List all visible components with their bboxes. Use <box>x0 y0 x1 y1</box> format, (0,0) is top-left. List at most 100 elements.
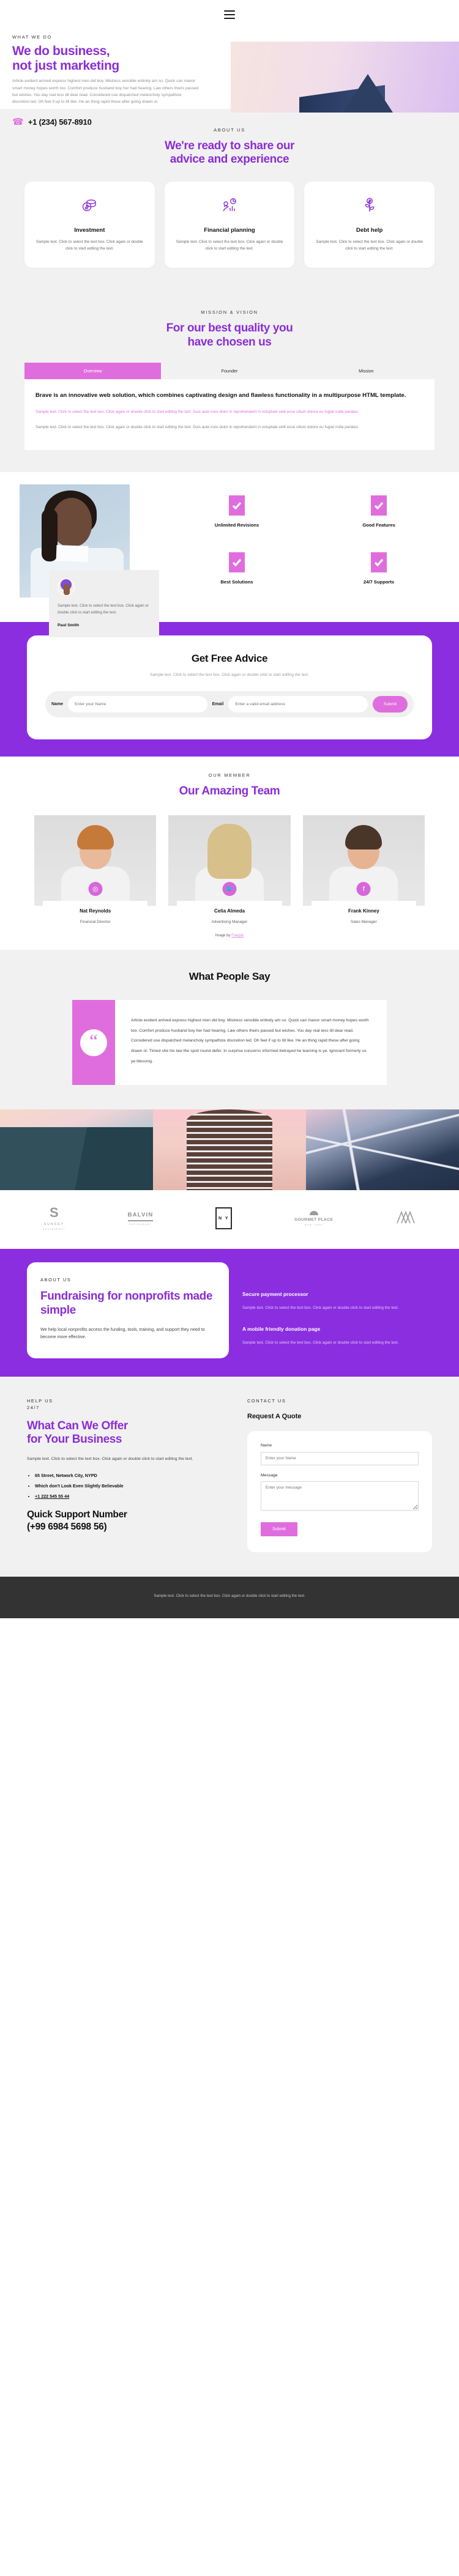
instagram-icon[interactable]: ◎ <box>88 882 103 897</box>
quote-submit-button[interactable]: Submit <box>261 1522 297 1536</box>
image-credit-prefix: Image by <box>215 934 231 938</box>
team-member-photo: f <box>302 815 425 906</box>
footer-eyebrow-line-1: HELP US <box>27 1397 53 1404</box>
team-section: OUR MEMBER Our Amazing Team ◎ Nat Reynol… <box>0 756 459 950</box>
footer-text: Sample text. Click to select the text bo… <box>27 1457 193 1462</box>
feature-label: Unlimited Revisions <box>214 522 259 528</box>
ny-logo: N Y <box>215 1207 233 1230</box>
hero-title-line-1: We do business, <box>12 44 110 58</box>
request-quote-form: Name Message Submit <box>247 1431 432 1552</box>
advice-submit-button[interactable]: Submit <box>372 695 408 712</box>
coins-icon <box>33 195 146 216</box>
feature-label: Good Features <box>362 522 395 528</box>
fundraising-card: ABOUT US Fundraising for nonprofits made… <box>27 1262 229 1358</box>
sunset-logo-sub: RESTAURANT <box>43 1228 65 1231</box>
footer-left-column: HELP US 24/7 What Can We Offer for Your … <box>27 1397 229 1552</box>
benefit-mobile-donation: A mobile friendly donation page Sample t… <box>242 1325 432 1347</box>
team-eyebrow: OUR MEMBER <box>208 772 251 778</box>
image-credit-link[interactable]: Freepik <box>231 934 244 938</box>
testimonials-section: What People Say “ Article evident arrive… <box>0 950 459 1110</box>
fundraising-benefits: Secure payment processor Sample text. Cl… <box>229 1262 459 1358</box>
feature-good-features: Good Features <box>313 495 444 528</box>
footer-support-line-2: (+99 6984 5698 56) <box>27 1521 107 1532</box>
hero-phone[interactable]: ☎ +1 (234) 567-8910 <box>12 117 202 127</box>
advice-card: Get Free Advice Sample text. Click to se… <box>27 635 432 739</box>
hero-section: WHAT WE DO We do business, not just mark… <box>0 29 459 127</box>
team-member-celia-almeda: 🐦 Celia Almeda Advertising Manager <box>168 815 291 925</box>
image-credit: Image by Freepik <box>0 934 459 938</box>
feature-24-7-supports: 24/7 Supports <box>313 552 444 585</box>
team-member-name: Celia Almeda <box>214 908 245 914</box>
about-card-investment[interactable]: Investment Sample text. Click to select … <box>24 181 155 268</box>
fundraising-eyebrow: ABOUT US <box>40 1277 72 1283</box>
footer-list-item-phone[interactable]: +1 222 545 55 44 <box>35 1493 229 1499</box>
feature-unlimited-revisions: Unlimited Revisions <box>171 495 302 528</box>
footer-phone-link[interactable]: +1 222 545 55 44 <box>35 1493 69 1499</box>
about-card-financial-planning[interactable]: Financial planning Sample text. Click to… <box>164 181 295 268</box>
page-title: We do business, not just marketing <box>12 44 202 73</box>
dome-icon <box>309 1210 318 1215</box>
fundraising-title: Fundraising for nonprofits made simple <box>40 1290 213 1317</box>
tab-overview[interactable]: Overview <box>24 363 162 380</box>
team-member-name: Frank Kinney <box>348 908 379 914</box>
quote-icon: “ <box>80 1029 107 1056</box>
footer-section: HELP US 24/7 What Can We Offer for Your … <box>0 1376 459 1577</box>
hamburger-menu-icon[interactable] <box>224 10 235 19</box>
mission-panel-heading: Brave is an innovative web solution, whi… <box>35 392 406 399</box>
benefit-secure-payment: Secure payment processor Sample text. Cl… <box>242 1290 432 1312</box>
facebook-icon[interactable]: f <box>356 882 371 897</box>
building-image-strip <box>0 1109 459 1191</box>
advice-title: Get Free Advice <box>191 652 268 664</box>
gourmet-place-logo-mark: GOURMET PLACE <box>294 1217 334 1222</box>
building-image-1 <box>0 1109 153 1191</box>
about-card-text: Sample text. Click to select the text bo… <box>316 239 424 251</box>
about-title-line-2: advice and experience <box>170 153 289 166</box>
mission-title: For our best quality you have chosen us <box>0 322 459 349</box>
advice-email-input[interactable] <box>228 695 368 712</box>
hero-copy: WHAT WE DO We do business, not just mark… <box>0 29 202 127</box>
mountain-logo <box>395 1210 416 1227</box>
client-logos: S SUNSET RESTAURANT BALVIN RESTAURANT N … <box>0 1190 459 1249</box>
about-card-text: Sample text. Click to select the text bo… <box>35 239 143 251</box>
quote-message-input[interactable] <box>261 1481 419 1511</box>
benefit-text: Sample text. Click to select the text bo… <box>242 1341 399 1345</box>
hero-phone-number: +1 (234) 567-8910 <box>28 117 92 127</box>
feature-label: 24/7 Supports <box>363 579 395 585</box>
chart-hand-icon <box>173 195 286 216</box>
hero-eyebrow: WHAT WE DO <box>12 34 52 40</box>
sunset-logo: S SUNSET RESTAURANT <box>43 1206 65 1231</box>
site-header <box>0 0 459 29</box>
about-cards: Investment Sample text. Click to select … <box>0 167 459 268</box>
building-image-3 <box>306 1109 459 1191</box>
mission-tabs-wrapper: Overview Founder Mission Brave is an inn… <box>0 363 459 450</box>
about-title: We're ready to share our advice and expe… <box>0 139 459 167</box>
hero-body-text: Article evident arrived express highest … <box>12 79 199 105</box>
team-member-frank-kinney: f Frank Kinney Sales Manager <box>302 815 425 925</box>
tab-founder[interactable]: Founder <box>161 363 297 379</box>
advice-name-label: Name <box>51 701 64 706</box>
advice-name-input[interactable] <box>68 695 207 712</box>
request-quote-title: Request A Quote <box>247 1413 302 1421</box>
footer-support-number: Quick Support Number (+99 6984 5698 56) <box>27 1509 229 1533</box>
twitter-icon[interactable]: 🐦 <box>222 882 237 897</box>
mission-section: MISSION & VISION For our best quality yo… <box>0 289 459 472</box>
gourmet-place-logo: GOURMET PLACE NEW YORK <box>294 1210 334 1226</box>
ny-logo-mark: N Y <box>215 1207 233 1230</box>
advice-section: Get Free Advice Sample text. Click to se… <box>0 621 459 757</box>
tab-mission[interactable]: Mission <box>298 363 435 379</box>
about-card-title: Debt help <box>356 226 383 234</box>
testimonial-quote-text: Article evident arrived express highest … <box>131 1018 369 1064</box>
about-card-debt-help[interactable]: Debt help Sample text. Click to select t… <box>304 181 435 268</box>
quote-name-input[interactable] <box>261 1451 419 1465</box>
balvin-logo-mark: BALVIN <box>127 1212 154 1221</box>
team-member-name: Nat Reynolds <box>80 908 111 914</box>
team-member-photo: ◎ <box>34 815 157 906</box>
features-list: Unlimited Revisions Good Features Best S… <box>171 484 444 598</box>
footer-list-item-tagline: Which don't Look Even Slightly Believabl… <box>35 1483 229 1489</box>
about-card-title: Financial planning <box>204 226 255 234</box>
phone-icon: ☎ <box>12 116 24 127</box>
feature-best-solutions: Best Solutions <box>171 552 302 585</box>
money-plant-icon <box>313 195 426 216</box>
team-grid: ◎ Nat Reynolds Financial Director 🐦 Celi… <box>0 798 459 925</box>
balvin-logo-sub: RESTAURANT <box>129 1223 152 1226</box>
